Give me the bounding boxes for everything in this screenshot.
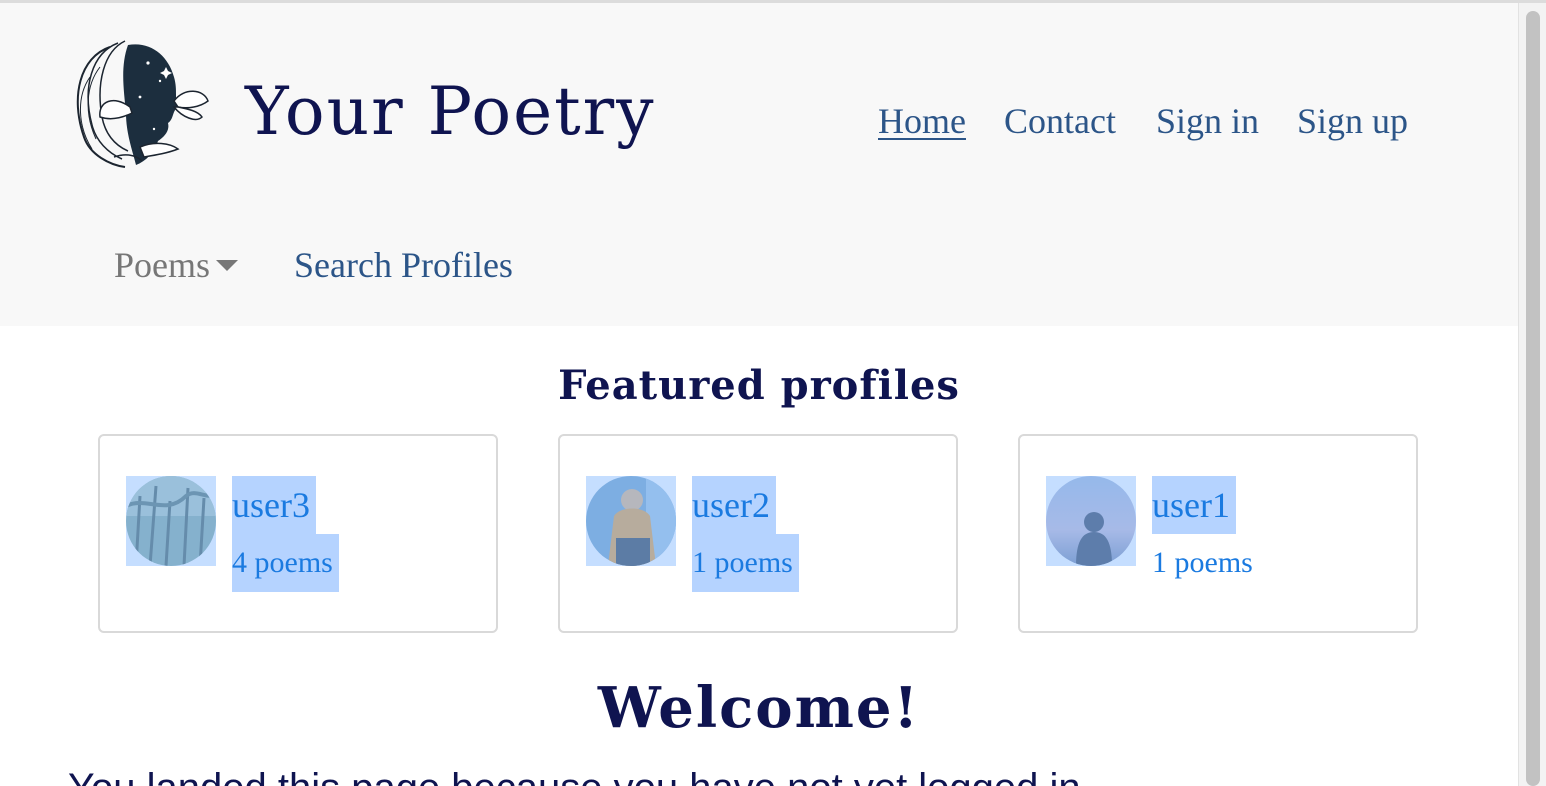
search-profiles-link[interactable]: Search Profiles bbox=[294, 247, 513, 283]
selection-highlight bbox=[126, 476, 216, 566]
welcome-intro-text: You landed this page because you have no… bbox=[68, 768, 1092, 786]
scrollbar-thumb[interactable] bbox=[1526, 11, 1540, 786]
site-title[interactable]: Your Poetry bbox=[245, 79, 656, 145]
profile-card[interactable]: user1 1 poems bbox=[1018, 434, 1418, 633]
nav-signin-link[interactable]: Sign in bbox=[1156, 103, 1259, 139]
vertical-scrollbar[interactable] bbox=[1518, 3, 1546, 786]
welcome-heading: Welcome! bbox=[597, 675, 921, 741]
nav-signup-link[interactable]: Sign up bbox=[1297, 103, 1408, 139]
featured-profiles-heading: Featured profiles bbox=[558, 362, 960, 409]
nav-home-link[interactable]: Home bbox=[878, 103, 966, 139]
profile-username-link[interactable]: user3 bbox=[232, 476, 316, 534]
caret-down-icon bbox=[216, 260, 239, 272]
avatar[interactable] bbox=[586, 476, 676, 566]
avatar[interactable] bbox=[126, 476, 216, 566]
site-header: Your Poetry Home Contact Sign in Sign up… bbox=[0, 3, 1518, 326]
nav-contact-link[interactable]: Contact bbox=[1004, 103, 1116, 139]
profile-card[interactable]: user2 1 poems bbox=[558, 434, 958, 633]
poems-dropdown[interactable]: Poems bbox=[114, 245, 239, 285]
profile-card[interactable]: user3 4 poems bbox=[98, 434, 498, 633]
profile-poem-count: 1 poems bbox=[1152, 546, 1253, 579]
avatar[interactable] bbox=[1046, 476, 1136, 566]
profile-poem-count: 4 poems bbox=[232, 534, 339, 592]
selection-highlight bbox=[586, 476, 676, 566]
selection-highlight bbox=[1046, 476, 1136, 566]
profile-poem-count: 1 poems bbox=[692, 534, 799, 592]
logo-girl-butterfly-icon[interactable] bbox=[70, 37, 212, 171]
profile-username-link[interactable]: user1 bbox=[1152, 476, 1236, 534]
profile-username-link[interactable]: user2 bbox=[692, 476, 776, 534]
poems-dropdown-label: Poems bbox=[114, 245, 211, 285]
